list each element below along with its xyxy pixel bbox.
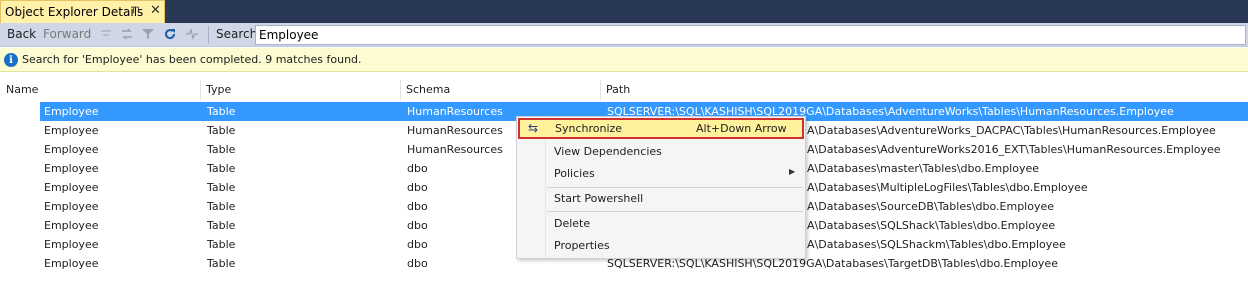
synchronize-icon[interactable]: [119, 26, 135, 42]
cell-path: A\Databases\MultipleLogFiles\Tables\dbo.…: [807, 181, 1088, 194]
menu-item-label: Synchronize: [555, 122, 623, 135]
column-header-name[interactable]: Name: [6, 83, 38, 96]
menu-item-delete[interactable]: Delete: [517, 213, 805, 234]
search-label: Search: [216, 27, 258, 41]
cell-name: Employee: [44, 105, 99, 118]
column-header-type[interactable]: Type: [206, 83, 231, 96]
cell-type: Table: [207, 105, 236, 118]
synchronize-icon: ⇆: [528, 121, 539, 135]
cell-schema: dbo: [407, 200, 428, 213]
toolbar-separator: [208, 26, 209, 44]
cell-type: Table: [207, 124, 236, 137]
cell-type: Table: [207, 238, 236, 251]
cell-name: Employee: [44, 181, 99, 194]
cell-schema: HumanResources: [407, 124, 503, 137]
cell-schema: dbo: [407, 238, 428, 251]
cell-name: Employee: [44, 162, 99, 175]
cell-type: Table: [207, 200, 236, 213]
column-headers: Name Type Schema Path: [0, 80, 1248, 100]
column-divider[interactable]: [600, 80, 601, 100]
submenu-arrow-icon: ▶: [789, 167, 796, 176]
close-icon[interactable]: ✕: [150, 3, 161, 18]
cell-schema: dbo: [407, 162, 428, 175]
cell-path: A\Databases\SourceDB\Tables\dbo.Employee: [807, 200, 1055, 213]
column-header-schema[interactable]: Schema: [406, 83, 450, 96]
cell-name: Employee: [44, 143, 99, 156]
column-divider[interactable]: [400, 80, 401, 100]
menu-item-view-dependencies[interactable]: View Dependencies: [517, 141, 805, 162]
activity-icon[interactable]: [184, 26, 200, 42]
refresh-icon[interactable]: [162, 26, 178, 42]
menu-item-label: Properties: [554, 239, 610, 252]
cell-type: Table: [207, 257, 236, 270]
forward-button[interactable]: Forward: [43, 27, 91, 41]
cell-schema: dbo: [407, 219, 428, 232]
cell-schema: dbo: [407, 181, 428, 194]
back-button[interactable]: Back: [7, 27, 36, 41]
info-message: Search for 'Employee' has been completed…: [22, 53, 362, 66]
pin-icon[interactable]: ⊓: [132, 5, 140, 16]
cell-name: Employee: [44, 124, 99, 137]
menu-item-shortcut: Alt+Down Arrow: [696, 122, 787, 135]
tab-strip: Object Explorer Details ⊓ ✕: [0, 0, 1248, 23]
tab-title: Object Explorer Details: [5, 5, 144, 19]
menu-item-policies[interactable]: Policies ▶: [517, 163, 805, 184]
cell-schema: HumanResources: [407, 105, 503, 118]
cell-type: Table: [207, 219, 236, 232]
cell-type: Table: [207, 143, 236, 156]
cell-path: A\Databases\SQLShackm\Tables\dbo.Employe…: [807, 238, 1066, 251]
cell-path: A\Databases\master\Tables\dbo.Employee: [807, 162, 1040, 175]
info-icon: i: [4, 53, 18, 67]
cell-schema: HumanResources: [407, 143, 503, 156]
cell-path: A\Databases\SQLShack\Tables\dbo.Employee: [807, 219, 1056, 232]
filter-icon[interactable]: [140, 26, 156, 42]
cell-schema: dbo: [407, 257, 428, 270]
cell-name: Employee: [44, 200, 99, 213]
context-menu: ⇆ Synchronize Alt+Down Arrow View Depend…: [516, 116, 806, 259]
cell-name: Employee: [44, 257, 99, 270]
menu-item-label: View Dependencies: [554, 145, 662, 158]
info-bar: i Search for 'Employee' has been complet…: [0, 48, 1248, 72]
cell-path: A\Databases\AdventureWorks_DACPAC\Tables…: [807, 124, 1216, 137]
column-header-path[interactable]: Path: [606, 83, 630, 96]
column-divider[interactable]: [200, 80, 201, 100]
toolbar: Back Forward Search: [0, 23, 1248, 47]
sync-filter-icon[interactable]: [98, 26, 114, 42]
cell-path: A\Databases\AdventureWorks2016_EXT\Table…: [807, 143, 1221, 156]
menu-item-properties[interactable]: Properties: [517, 235, 805, 256]
menu-separator: [547, 211, 803, 212]
menu-item-start-powershell[interactable]: Start Powershell: [517, 188, 805, 209]
cell-name: Employee: [44, 238, 99, 251]
cell-name: Employee: [44, 219, 99, 232]
search-input[interactable]: [255, 25, 1246, 45]
menu-item-label: Start Powershell: [554, 192, 644, 205]
menu-item-label: Delete: [554, 217, 591, 230]
menu-item-label: Policies: [554, 167, 595, 180]
tab-object-explorer-details[interactable]: Object Explorer Details ⊓ ✕: [0, 0, 165, 23]
cell-type: Table: [207, 162, 236, 175]
cell-type: Table: [207, 181, 236, 194]
menu-item-synchronize[interactable]: ⇆ Synchronize Alt+Down Arrow: [518, 118, 804, 139]
